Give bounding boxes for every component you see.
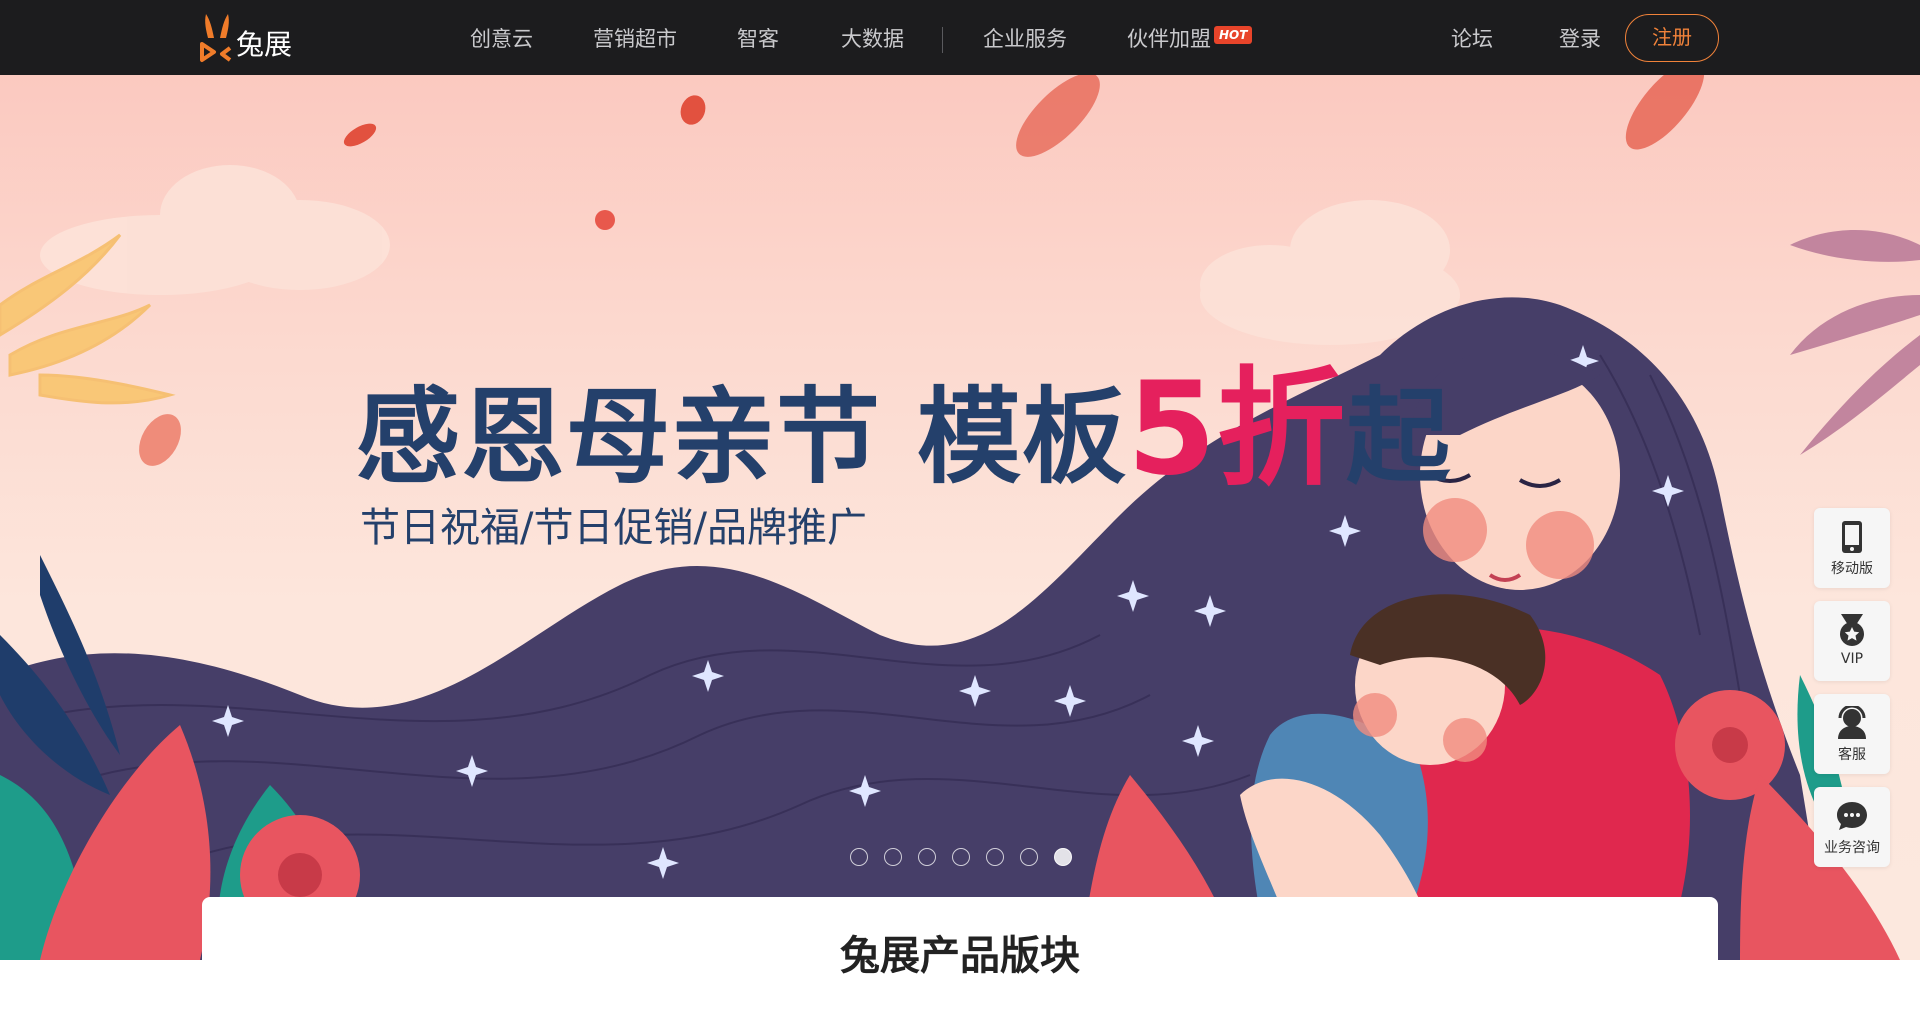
hero-title-part2: 模板: [917, 376, 1128, 498]
carousel-dot-1[interactable]: [850, 848, 868, 866]
hero-title-part1: 感恩母亲节: [356, 376, 882, 498]
nav-item-marketing-market[interactable]: 营销超市: [593, 0, 677, 75]
hero-title-discount: 5折: [1127, 355, 1347, 504]
nav-item-big-data[interactable]: 大数据: [841, 0, 904, 75]
sidebar-mobile-label: 移动版: [1831, 561, 1873, 577]
forum-link[interactable]: 论坛: [1451, 0, 1493, 75]
sidebar-mobile-version[interactable]: 移动版: [1814, 508, 1890, 588]
nav-item-creative-cloud[interactable]: 创意云: [470, 0, 533, 75]
carousel-dot-6[interactable]: [1020, 848, 1038, 866]
brand-logo[interactable]: 兔展: [200, 12, 292, 64]
sidebar-business-consulting[interactable]: 业务咨询: [1814, 787, 1890, 867]
register-button[interactable]: 注册: [1625, 14, 1719, 62]
carousel-dot-7[interactable]: [1054, 848, 1072, 866]
nav-item-enterprise-services[interactable]: 企业服务: [983, 0, 1067, 75]
section-title: 兔展产品版块: [840, 933, 1080, 979]
carousel-indicators: [850, 848, 1072, 866]
sidebar-vip[interactable]: VIP: [1814, 601, 1890, 681]
hero-banner[interactable]: 感恩母亲节 模板5折起 节日祝福/节日促销/品牌推广: [0, 75, 1920, 960]
carousel-dot-5[interactable]: [986, 848, 1004, 866]
sidebar-customer-service[interactable]: 客服: [1814, 694, 1890, 774]
brand-name: 兔展: [236, 28, 293, 61]
customer-service-icon: [1838, 706, 1866, 739]
nav-item-zhike[interactable]: 智客: [737, 0, 779, 75]
carousel-dot-3[interactable]: [918, 848, 936, 866]
login-link[interactable]: 登录: [1559, 0, 1601, 75]
carousel-dot-4[interactable]: [952, 848, 970, 866]
hero-title-part3: 起: [1346, 376, 1452, 498]
sidebar-vip-label: VIP: [1840, 651, 1864, 667]
sidebar-customer-service-label: 客服: [1838, 747, 1866, 763]
hero-subtitle: 节日祝福/节日促销/品牌推广: [360, 505, 867, 551]
nav-item-partner-join[interactable]: 伙伴加盟 HOT: [1127, 0, 1253, 75]
carousel-dot-2[interactable]: [884, 848, 902, 866]
top-nav-bar: 兔展 创意云 营销超市 智客 大数据 企业服务 伙伴加盟 HOT 论坛 登录 注册: [0, 0, 1920, 75]
product-section: 兔展产品版块: [202, 897, 1718, 1017]
hot-badge: HOT: [1214, 26, 1253, 44]
mobile-icon: [1842, 521, 1862, 553]
mothers-day-illustration: [0, 75, 1920, 960]
rabbit-logo-icon: [200, 14, 232, 62]
nav-item-partner-join-label: 伙伴加盟: [1127, 27, 1211, 51]
vip-medal-icon: [1840, 614, 1864, 646]
nav-divider: [942, 27, 943, 53]
sidebar-business-consulting-label: 业务咨询: [1824, 840, 1880, 856]
chat-bubble-icon: [1837, 802, 1867, 830]
hero-title: 感恩母亲节 模板5折起: [356, 325, 1451, 510]
